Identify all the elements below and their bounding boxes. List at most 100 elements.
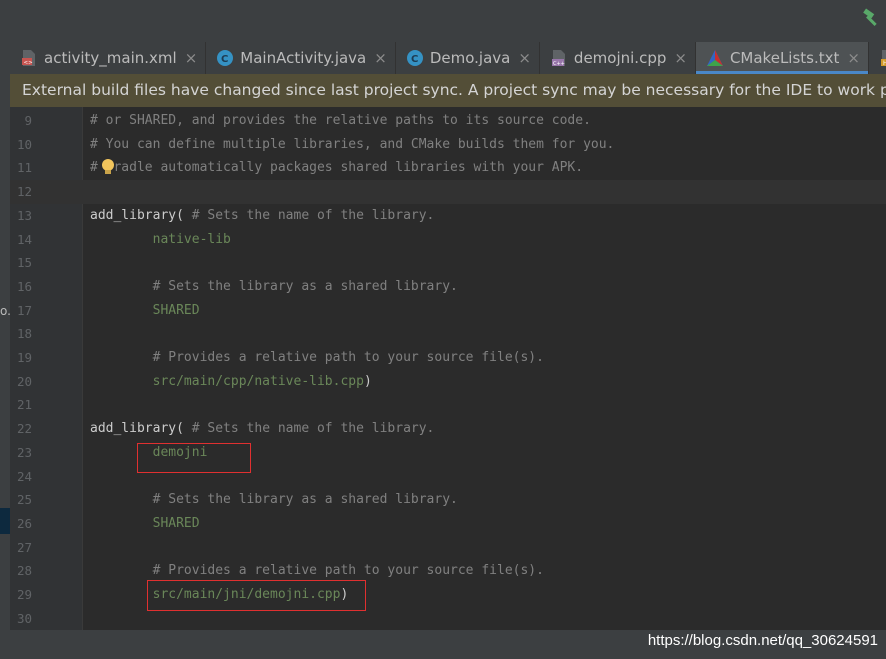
xml-file-icon: <> xyxy=(22,50,35,66)
line-number: 14 xyxy=(16,231,32,247)
code-line[interactable]: 14 native-lib xyxy=(10,228,886,252)
code-token: add_library xyxy=(90,207,177,223)
tab-mainactivity-java[interactable]: C MainActivity.java × xyxy=(206,42,396,74)
code-text: # radle automatically packages shared li… xyxy=(90,156,583,180)
line-number: 26 xyxy=(16,515,32,531)
close-icon[interactable]: × xyxy=(374,49,387,67)
line-number: 11 xyxy=(16,160,32,176)
tab-label: MainActivity.java xyxy=(240,49,367,67)
code-line[interactable]: 28 # Provides a relative path to your so… xyxy=(10,559,886,583)
line-number: 15 xyxy=(16,255,32,271)
code-text: # Sets the library as a shared library. xyxy=(90,488,458,512)
tab-demo-java[interactable]: C Demo.java × xyxy=(396,42,540,74)
code-line[interactable]: 30 xyxy=(10,607,886,631)
line-number: 25 xyxy=(16,492,32,508)
code-token: add_library xyxy=(90,421,177,437)
line-number: 27 xyxy=(16,539,32,555)
code-line[interactable]: 18 xyxy=(10,322,886,346)
code-line[interactable]: 12 xyxy=(10,180,886,204)
svg-text:<>: <> xyxy=(24,60,34,66)
code-token: native-lib xyxy=(90,231,231,247)
code-line[interactable]: 10 # You can define multiple libraries, a… xyxy=(10,133,886,157)
line-number: 22 xyxy=(16,421,32,437)
code-token: # Sets the name of the library. xyxy=(191,421,435,437)
tab-cmakelists-txt[interactable]: CMakeLists.txt × xyxy=(695,42,869,74)
line-number: 28 xyxy=(16,563,32,579)
line-number: 23 xyxy=(16,444,32,460)
sync-banner: External build files have changed since … xyxy=(10,74,886,107)
left-tool-strip: o. xyxy=(0,42,11,630)
svg-text:C: C xyxy=(221,54,228,65)
sync-banner-text: External build files have changed since … xyxy=(22,81,886,99)
line-number: 10 xyxy=(16,136,32,152)
editor-tabs: <> activity_main.xml × C MainActivity.java × C… xyxy=(10,42,886,74)
code-text: src/main/cpp/native-lib.cpp) xyxy=(90,370,372,394)
code-line[interactable]: 25 # Sets the library as a shared librar… xyxy=(10,488,886,512)
close-icon[interactable]: × xyxy=(185,49,198,67)
code-line[interactable]: 20 src/main/cpp/native-lib.cpp) xyxy=(10,370,886,394)
code-token: ( xyxy=(176,421,192,437)
close-icon[interactable]: × xyxy=(674,49,687,67)
line-number: 13 xyxy=(16,207,32,223)
code-line[interactable]: 13 add_library( # Sets the name of the li… xyxy=(10,204,886,228)
line-number: 20 xyxy=(16,373,32,389)
code-token: # Sets the library as a shared library. xyxy=(90,492,458,508)
tab-activity-main-xml[interactable]: <> activity_main.xml × xyxy=(10,42,207,74)
top-toolbar xyxy=(0,0,886,43)
code-token: ) xyxy=(363,373,372,389)
code-line[interactable]: 9 # or SHARED, and provides the relative … xyxy=(10,109,886,133)
lightbulb-icon[interactable] xyxy=(100,158,116,176)
code-text: SHARED xyxy=(90,299,200,323)
tab-demojni-cpp[interactable]: C++ demojni.cpp × xyxy=(540,42,696,74)
code-line[interactable]: 22 add_library( # Sets the name of the li… xyxy=(10,417,886,441)
code-text: native-lib xyxy=(90,228,231,252)
code-editor[interactable]: 9 # or SHARED, and provides the relative … xyxy=(10,107,886,630)
tab-label: demojni.cpp xyxy=(573,49,667,67)
line-number: 16 xyxy=(16,278,32,294)
java-class-icon: C xyxy=(406,50,423,66)
close-icon[interactable]: × xyxy=(847,49,860,67)
code-token: # You can define multiple libraries, and… xyxy=(90,136,615,152)
tab-co[interactable]: Hco xyxy=(869,42,886,74)
line-number: 24 xyxy=(16,468,32,484)
code-token: SHARED xyxy=(90,302,200,318)
code-token: # Sets the name of the library. xyxy=(191,207,435,223)
code-text: # You can define multiple libraries, and… xyxy=(90,133,614,157)
code-line[interactable]: 27 xyxy=(10,536,886,560)
tab-label: activity_main.xml xyxy=(44,49,177,67)
left-strip-selection xyxy=(0,508,10,534)
highlight-box-source-path xyxy=(147,580,366,611)
cmake-icon xyxy=(706,50,723,66)
code-line[interactable]: 11 # radle automatically packages shared … xyxy=(10,156,886,180)
code-token: # radle automatically packages shared li… xyxy=(90,160,584,176)
code-text: # Sets the library as a shared library. xyxy=(90,275,458,299)
code-line[interactable]: 15 xyxy=(10,251,886,275)
code-text: add_library( # Sets the name of the libr… xyxy=(90,204,434,228)
code-token: ( xyxy=(176,207,192,223)
code-text: # Provides a relative path to your sourc… xyxy=(90,346,544,370)
line-number: 18 xyxy=(16,326,32,342)
build-hammer-icon[interactable] xyxy=(862,8,882,28)
watermark: https://blog.csdn.net/qq_30624591 xyxy=(647,632,878,649)
line-number: 12 xyxy=(16,184,32,200)
code-line[interactable]: 19 # Provides a relative path to your so… xyxy=(10,346,886,370)
svg-text:C: C xyxy=(411,54,418,65)
code-line[interactable]: 17 SHARED xyxy=(10,299,886,323)
line-number: 19 xyxy=(16,350,32,365)
code-line[interactable]: 29 src/main/jni/demojni.cpp) xyxy=(10,583,886,607)
code-text: add_library( # Sets the name of the libr… xyxy=(90,417,434,441)
code-token: # Provides a relative path to your sourc… xyxy=(90,563,544,579)
close-icon[interactable]: × xyxy=(518,49,531,67)
line-number: 29 xyxy=(16,587,32,602)
java-class-icon: C xyxy=(217,50,234,66)
cpp-file-icon: C++ xyxy=(551,50,565,67)
code-token: # Provides a relative path to your sourc… xyxy=(90,350,544,365)
tab-label: CMakeLists.txt xyxy=(729,49,840,67)
line-number: 21 xyxy=(16,397,32,413)
code-line[interactable]: 26 SHARED xyxy=(10,512,886,536)
line-number: 30 xyxy=(16,610,32,626)
code-line[interactable]: 16 # Sets the library as a shared librar… xyxy=(10,275,886,299)
line-number: 9 xyxy=(24,113,32,128)
line-number: 17 xyxy=(16,302,32,318)
code-line[interactable]: 21 xyxy=(10,393,886,417)
